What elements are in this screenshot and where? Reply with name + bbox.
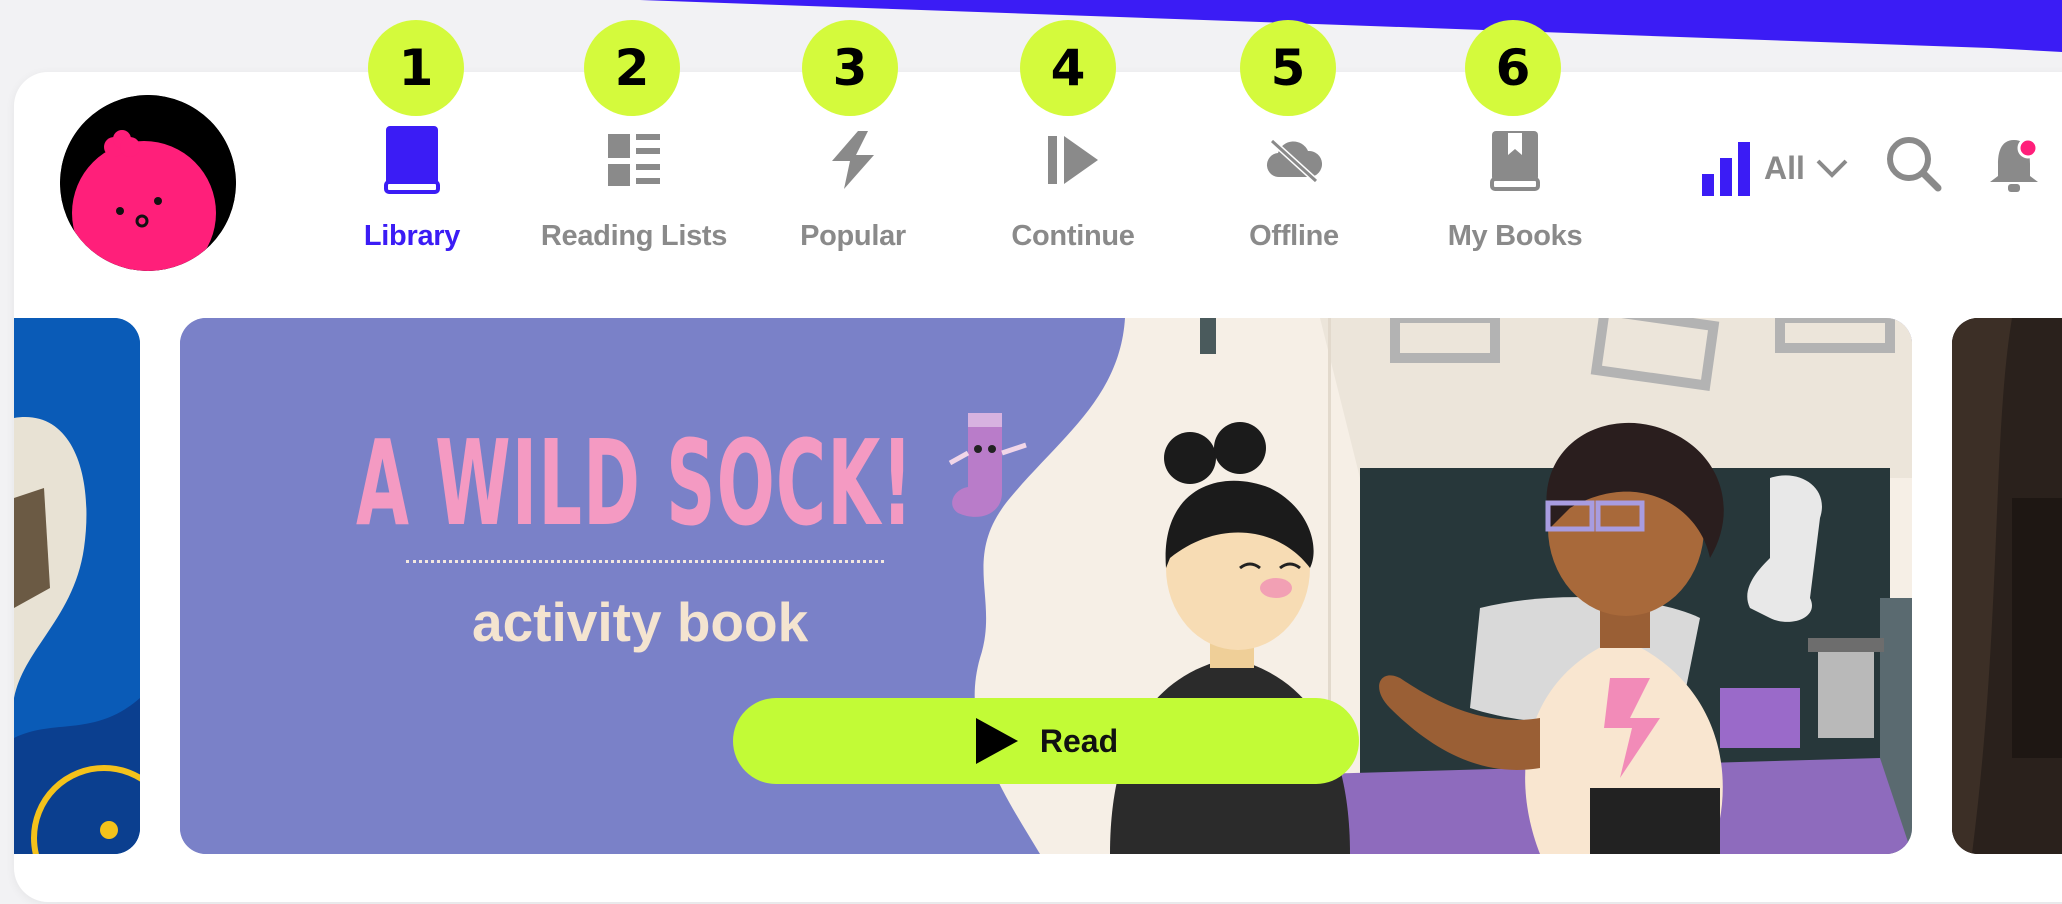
level-filter-dropdown[interactable]: All [1700, 140, 1849, 196]
banner-divider [406, 560, 884, 563]
badge-4: 4 [1020, 20, 1116, 116]
badge-2: 2 [584, 20, 680, 116]
nav-item-popular[interactable]: Popular [753, 118, 953, 253]
bookmark-book-icon [1490, 131, 1540, 191]
search-icon [1887, 137, 1942, 192]
book-cover-image-next [1952, 318, 2062, 854]
chevron-down-icon [1816, 159, 1848, 178]
nav-item-reading-lists[interactable]: Reading Lists [534, 118, 734, 253]
bell-icon [1990, 137, 2039, 192]
notifications-button[interactable] [1986, 134, 2042, 201]
nav-label-library: Library [363, 220, 461, 252]
nav-item-continue[interactable]: Continue [973, 118, 1173, 253]
badge-1: 1 [368, 20, 464, 116]
resume-play-icon [1048, 136, 1098, 184]
profile-avatar[interactable] [60, 95, 236, 271]
book-cover-image-prev [14, 318, 140, 854]
badge-6: 6 [1465, 20, 1561, 116]
nav-label-popular: Popular [800, 220, 906, 252]
nav-label-continue: Continue [1011, 220, 1135, 252]
nav-label-my-books: My Books [1447, 220, 1583, 252]
nav-item-library[interactable]: Library [312, 118, 512, 253]
read-button[interactable]: Read [733, 698, 1359, 784]
featured-book-banner[interactable]: A WILD SOCK! activity book Read [180, 318, 1912, 854]
banner-title: A WILD SOCK! [356, 414, 914, 552]
read-button-label: Read [1039, 722, 1119, 759]
avatar-character-icon [60, 95, 236, 271]
cloud-off-icon [1267, 138, 1322, 183]
search-button[interactable] [1884, 134, 1944, 199]
carousel-prev-card[interactable] [14, 318, 140, 854]
badge-5: 5 [1240, 20, 1336, 116]
level-bars-icon [1702, 142, 1750, 196]
book-icon [384, 126, 440, 194]
lightning-icon [832, 131, 874, 189]
banner-subtitle: activity book [472, 591, 809, 653]
badge-3: 3 [802, 20, 898, 116]
filter-label: All [1764, 149, 1805, 186]
nav-label-reading-lists: Reading Lists [540, 220, 728, 252]
nav-item-offline[interactable]: Offline [1194, 118, 1394, 253]
play-icon [975, 718, 1018, 764]
list-icon [608, 134, 660, 186]
nav-label-offline: Offline [1249, 220, 1339, 252]
carousel-next-card[interactable] [1952, 318, 2062, 854]
nav-item-my-books[interactable]: My Books [1415, 118, 1615, 253]
